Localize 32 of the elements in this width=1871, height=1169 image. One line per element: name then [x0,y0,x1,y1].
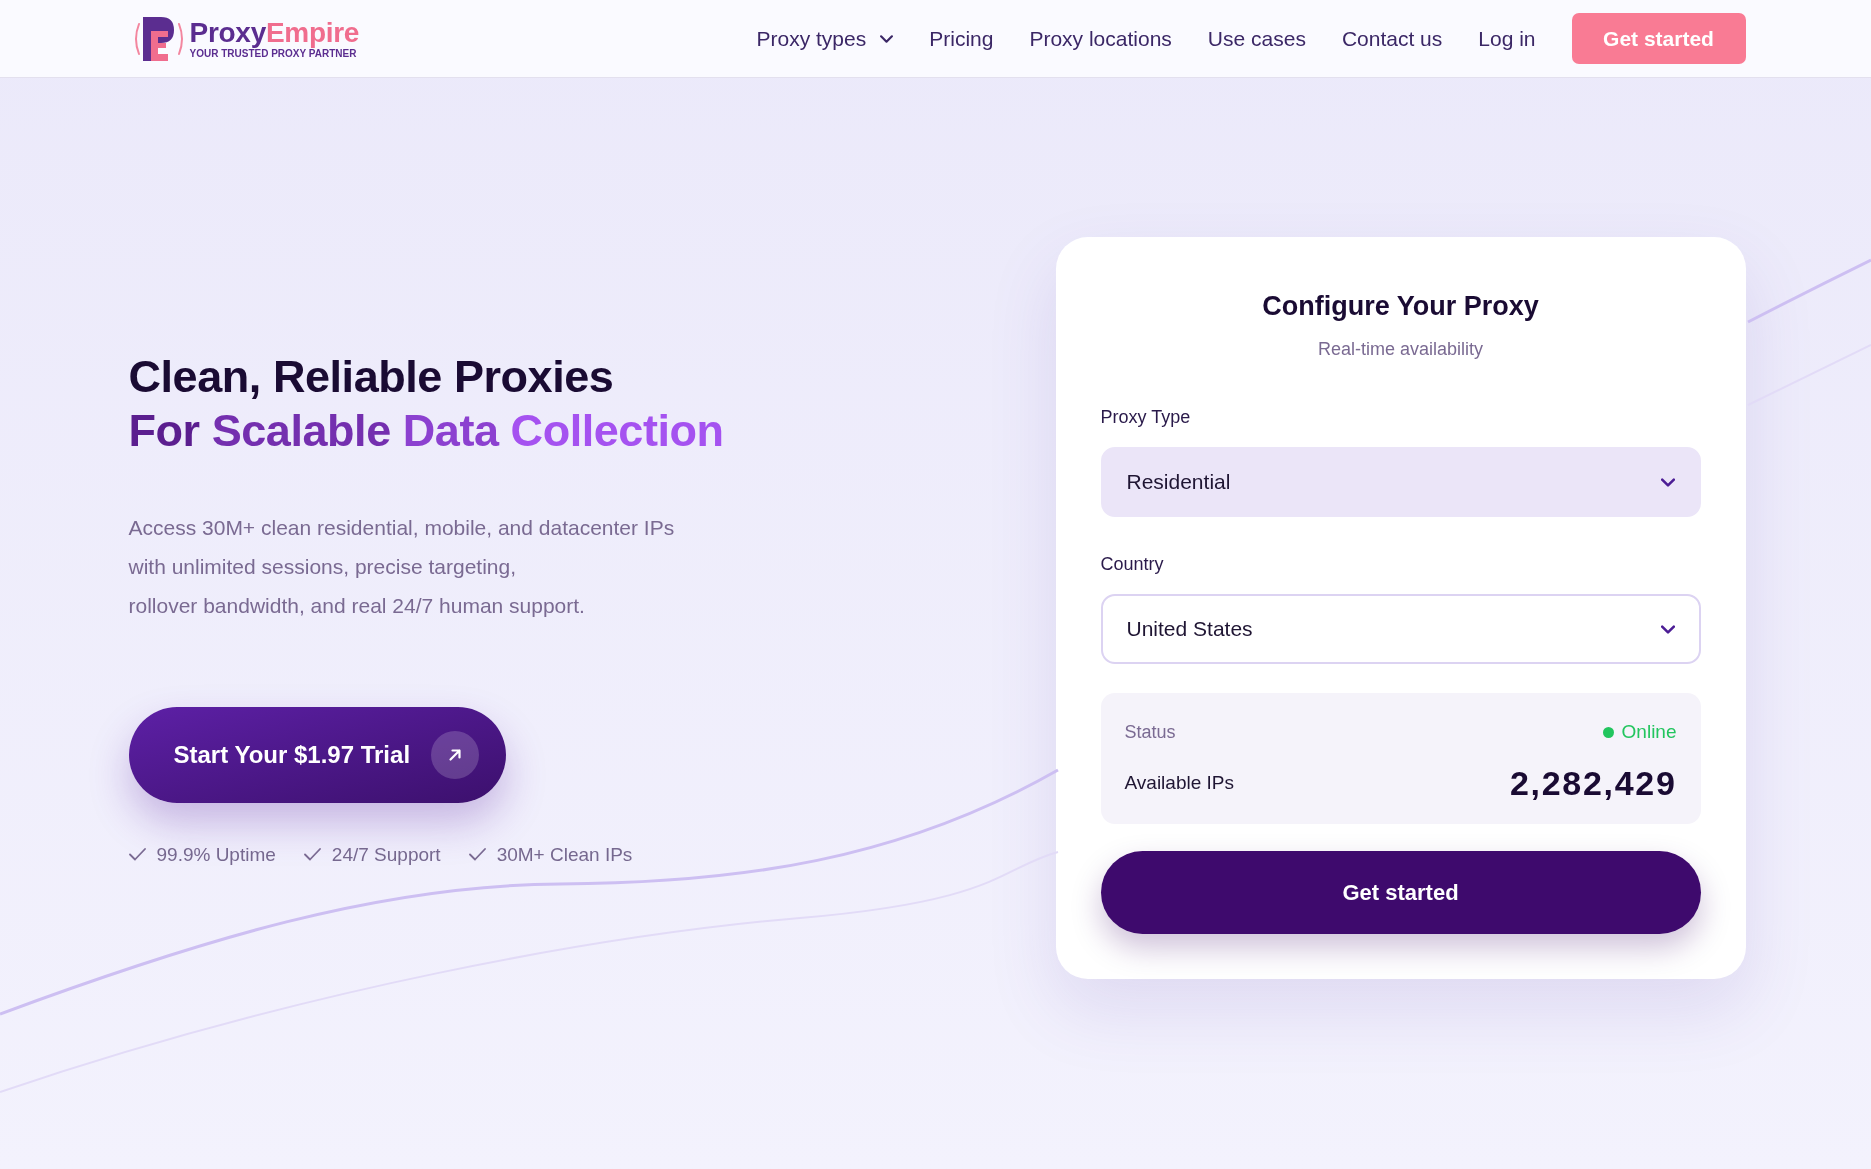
field-label: Proxy Type [1100,406,1192,429]
logo-wordmark: ProxyEmpire [189,17,360,48]
dropdown-field[interactable]: United States [1100,594,1701,664]
nav-link[interactable]: Log in [1478,25,1536,52]
get-started-button[interactable]: Get started [1100,851,1701,934]
status-value: Online [1621,720,1677,744]
field-label: Country [1100,553,1165,576]
nav-menu-item[interactable]: Proxy types [756,25,894,52]
card-title: Configure Your Proxy [1261,290,1540,323]
check-icon [468,848,486,861]
logo-tagline: YOUR TRUSTED PROXY PARTNER [189,47,357,60]
feature-label: 24/7 Support [331,842,441,867]
hero-description: Access 30M+ clean residential, mobile, and datacenter IPs with unlimited sessions, precise targeting, rollover bandwidth, and real 24/7 human support. [128,514,676,619]
check-icon [128,848,146,861]
dropdown-field[interactable]: Residential [1100,447,1701,517]
feature-label: 99.9% Uptime [156,842,276,867]
available-ips-label: Available IPs [1124,771,1234,795]
start-trial-button[interactable]: Start Your $1.97 Trial [128,706,506,803]
card-subtitle: Real-time availability [1316,338,1485,361]
chevron-down-icon [1660,477,1675,487]
feature-label: 30M+ Clean IPs [496,842,633,867]
available-ips-count: 2,282,429 [1509,763,1677,804]
chevron-down-icon [880,34,894,43]
nav-link[interactable]: Contact us [1341,25,1443,52]
hero-title-highlight: For Scalable Data Collection [128,403,724,458]
check-icon [303,848,321,861]
nav-link[interactable]: Use cases [1207,25,1306,52]
nav-link[interactable]: Pricing [929,25,994,52]
nav-link[interactable]: Proxy locations [1029,25,1172,52]
status-label: Status [1124,721,1176,744]
hero-title: Clean, Reliable Proxies [128,349,615,404]
chevron-down-icon [1660,624,1675,634]
